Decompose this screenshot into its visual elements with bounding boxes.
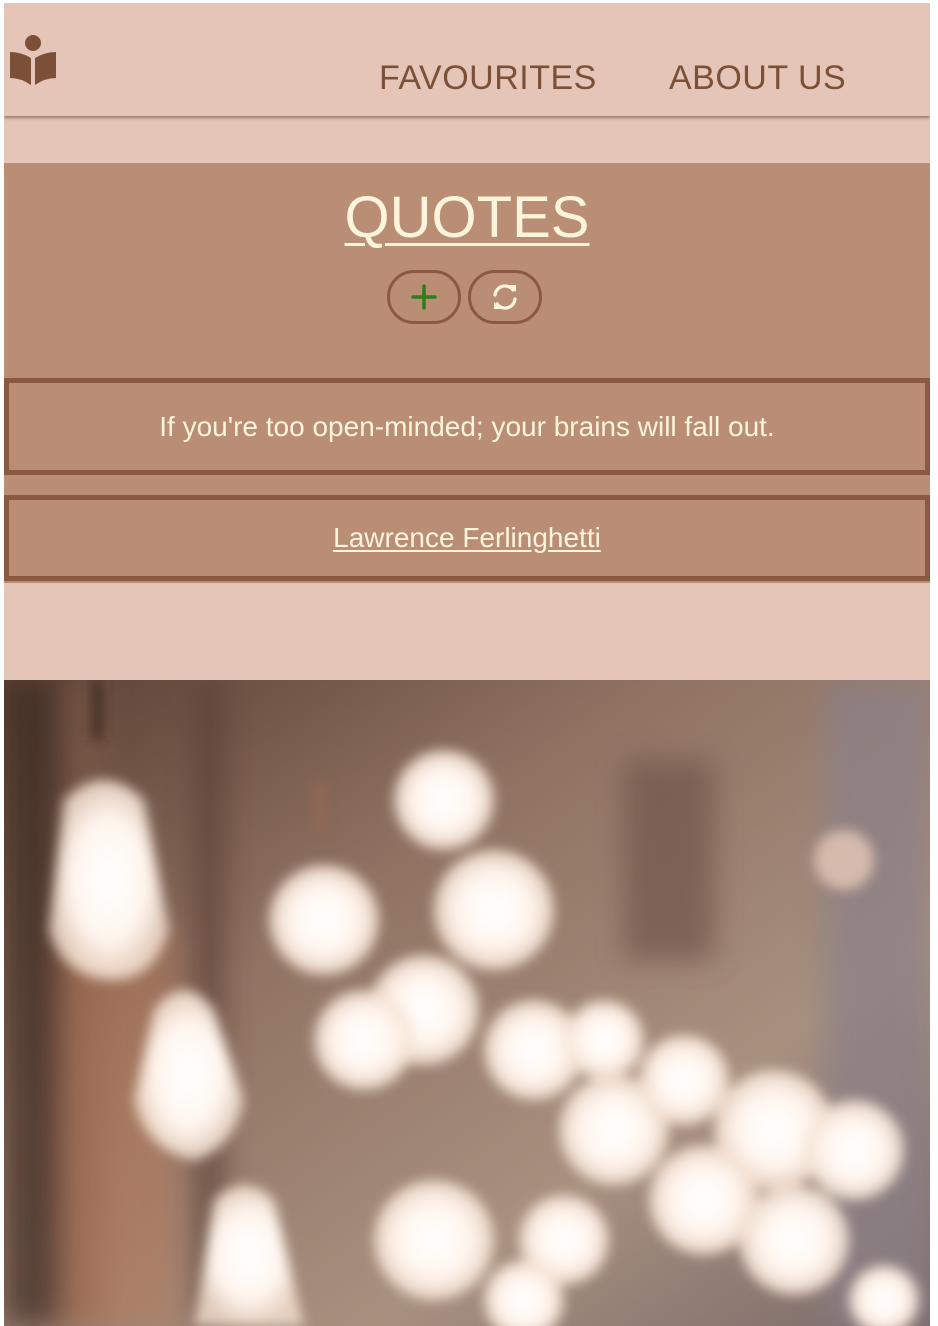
quotes-title: QUOTES	[344, 185, 590, 250]
nav-about-us-link[interactable]: ABOUT US	[669, 58, 846, 98]
reading-book-icon[interactable]	[8, 34, 58, 86]
quote-text-box: If you're too open-minded; your brains w…	[4, 378, 930, 475]
author-box: Lawrence Ferlinghetti	[4, 495, 930, 581]
light-bulbs-photo	[4, 680, 930, 1326]
author-link[interactable]: Lawrence Ferlinghetti	[333, 522, 601, 553]
nav-favourites-link[interactable]: FAVOURITES	[379, 58, 597, 98]
app-frame: FAVOURITES ABOUT US QUOTES If you're too…	[4, 3, 930, 1326]
refresh-icon	[493, 284, 517, 310]
quote-text: If you're too open-minded; your brains w…	[159, 411, 775, 442]
navbar: FAVOURITES ABOUT US	[4, 3, 930, 116]
plus-icon	[411, 284, 437, 310]
add-quote-button[interactable]	[387, 270, 461, 324]
refresh-quote-button[interactable]	[468, 270, 542, 324]
quote-section: QUOTES If you're too open-minded; your b…	[4, 163, 930, 583]
